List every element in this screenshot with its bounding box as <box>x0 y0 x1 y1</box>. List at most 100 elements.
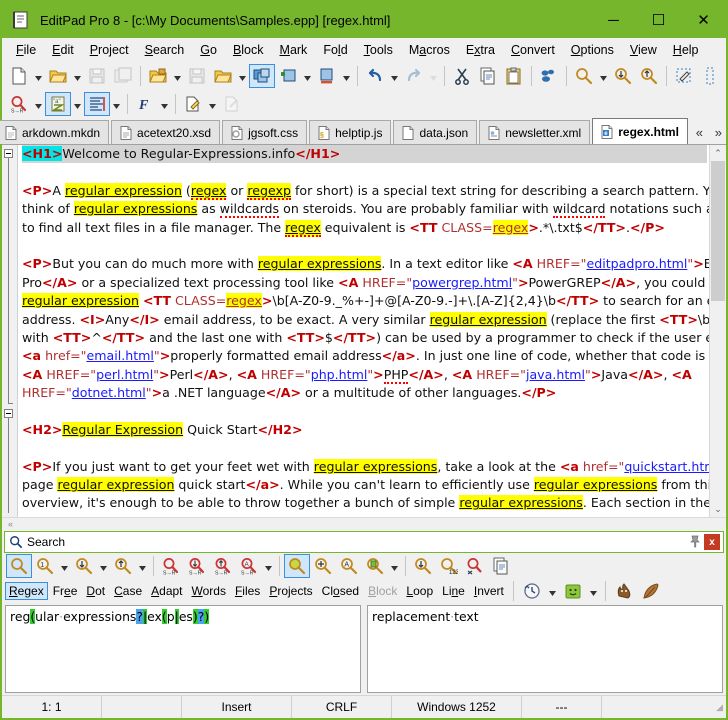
replace-text-input[interactable]: replacement·text <box>367 605 723 693</box>
remove-from-project-button-dropdown[interactable] <box>340 64 353 88</box>
replace-button-dropdown[interactable] <box>32 92 45 116</box>
font-button[interactable]: F <box>132 92 158 116</box>
replace-all-button[interactable]: S→R A <box>236 554 262 578</box>
menu-item-project[interactable]: Project <box>82 40 137 60</box>
minimize-button[interactable]: ─ <box>591 2 636 38</box>
search-option-words[interactable]: Words <box>188 582 230 600</box>
find-first-button-dropdown[interactable] <box>58 554 71 578</box>
file-edit-button[interactable] <box>180 92 206 116</box>
file-tab-newsletter-xml[interactable]: newsletter.xml <box>479 120 591 144</box>
replace-button[interactable]: S→R <box>158 554 184 578</box>
menu-item-search[interactable]: Search <box>137 40 193 60</box>
menu-item-macros[interactable]: Macros <box>401 40 458 60</box>
find-previous-button[interactable] <box>636 64 662 88</box>
menu-item-extra[interactable]: Extra <box>458 40 503 60</box>
open-file-button-dropdown[interactable] <box>71 64 84 88</box>
search-option-closed[interactable]: Closed <box>318 582 363 600</box>
search-history-button-dropdown[interactable] <box>546 579 559 603</box>
encoding[interactable]: Windows 1252 <box>392 696 522 718</box>
replace-all-button-dropdown[interactable] <box>262 554 275 578</box>
font-button-dropdown[interactable] <box>158 92 171 116</box>
close-project-button-dropdown[interactable] <box>236 64 249 88</box>
maximize-button[interactable]: ☐ <box>636 2 681 38</box>
find-button[interactable] <box>571 64 597 88</box>
close-project-button[interactable] <box>210 64 236 88</box>
fold-matches-button[interactable] <box>362 554 388 578</box>
search-option-line[interactable]: Line <box>438 582 469 600</box>
find-first-button[interactable]: 1 <box>32 554 58 578</box>
manage-projects-button[interactable] <box>249 64 275 88</box>
count-matches-button[interactable] <box>410 554 436 578</box>
file-tab-acetext20-xsd[interactable]: acetext20.xsd <box>111 120 221 144</box>
sort-lines-button[interactable] <box>84 92 110 116</box>
text-editor[interactable]: <H1>Welcome to Regular-Expressions.info<… <box>18 145 709 517</box>
menu-item-options[interactable]: Options <box>563 40 622 60</box>
mark-all-button[interactable]: A <box>336 554 362 578</box>
editor-vertical-scrollbar[interactable]: ⌃ ⌄ <box>709 145 726 517</box>
file-tab-regex-html[interactable]: e regex.html <box>592 118 688 144</box>
copy-button[interactable] <box>475 64 501 88</box>
replace-button[interactable]: S→R <box>6 92 32 116</box>
redo-button-dropdown[interactable] <box>427 64 440 88</box>
paste-button[interactable] <box>501 64 527 88</box>
menu-item-fold[interactable]: Fold <box>315 40 355 60</box>
menu-item-edit[interactable]: Edit <box>44 40 82 60</box>
cut-button[interactable] <box>449 64 475 88</box>
tabs-scroll-right[interactable]: » <box>709 120 728 144</box>
menu-item-view[interactable]: View <box>622 40 665 60</box>
menu-item-block[interactable]: Block <box>225 40 272 60</box>
menu-item-mark[interactable]: Mark <box>272 40 316 60</box>
search-option-adapt[interactable]: Adapt <box>147 582 186 600</box>
sort-lines-button-dropdown[interactable] <box>110 92 123 116</box>
open-project-button-dropdown[interactable] <box>171 64 184 88</box>
save-project-button[interactable] <box>184 64 210 88</box>
tabs-scroll-left[interactable]: « <box>690 120 709 144</box>
format-text-button-dropdown[interactable] <box>71 92 84 116</box>
spell-check-button[interactable] <box>536 64 562 88</box>
search-option-loop[interactable]: Loop <box>402 582 437 600</box>
search-option-regex[interactable]: Regex <box>5 582 48 600</box>
menu-item-tools[interactable]: Tools <box>356 40 401 60</box>
file-tab-data-json[interactable]: data.json <box>393 120 478 144</box>
replace-previous-button[interactable]: S→R <box>210 554 236 578</box>
search-option-invert[interactable]: Invert <box>470 582 508 600</box>
find-previous-button-dropdown[interactable] <box>136 554 149 578</box>
search-option-projects[interactable]: Projects <box>265 582 316 600</box>
search-option-block[interactable]: Block <box>364 582 401 600</box>
close-button[interactable]: ✕ <box>681 2 726 38</box>
menu-item-go[interactable]: Go <box>192 40 225 60</box>
file-tab-jgsoft-css[interactable]: jgsoft.css <box>222 120 308 144</box>
search-option-case[interactable]: Case <box>110 582 146 600</box>
file-info[interactable]: --- <box>522 696 602 718</box>
open-project-button[interactable] <box>145 64 171 88</box>
file-edit-button-dropdown[interactable] <box>206 92 219 116</box>
favorites-button[interactable] <box>560 579 586 603</box>
pin-icon[interactable] <box>686 532 704 552</box>
favorites-button-dropdown[interactable] <box>587 579 600 603</box>
find-next-button-dropdown[interactable] <box>97 554 110 578</box>
fold-gutter[interactable] <box>2 145 18 517</box>
find-previous-button[interactable] <box>110 554 136 578</box>
save-file-button[interactable] <box>84 64 110 88</box>
scroll-up-arrow[interactable]: ⌃ <box>710 145 726 161</box>
file-tab-helptip-js[interactable]: § helptip.js <box>309 120 392 144</box>
menu-item-help[interactable]: Help <box>665 40 707 60</box>
find-next-button[interactable] <box>610 64 636 88</box>
count-123-button[interactable]: 123 <box>436 554 462 578</box>
file-tab-arkdown-mkdn[interactable]: arkdown.mkdn <box>0 120 110 144</box>
format-text-button[interactable]: "a" <box>45 92 71 116</box>
redo-button[interactable] <box>401 64 427 88</box>
file-compare-button[interactable] <box>219 92 245 116</box>
new-file-button-dropdown[interactable] <box>32 64 45 88</box>
find-button-dropdown[interactable] <box>597 64 610 88</box>
selection-info[interactable] <box>102 696 182 718</box>
search-regex-input[interactable]: reg(ular·expressions?|ex(p|es)?) <box>5 605 361 693</box>
add-to-project-button-dropdown[interactable] <box>301 64 314 88</box>
fold-box-h1[interactable] <box>4 149 13 158</box>
remove-from-project-button[interactable] <box>314 64 340 88</box>
regexbuddy-button[interactable] <box>611 579 637 603</box>
find-next-button[interactable] <box>71 554 97 578</box>
scrollbar-thumb[interactable] <box>711 161 725 301</box>
scroll-down-arrow[interactable]: ⌄ <box>710 501 726 517</box>
line-break-mode[interactable]: CRLF <box>292 696 392 718</box>
